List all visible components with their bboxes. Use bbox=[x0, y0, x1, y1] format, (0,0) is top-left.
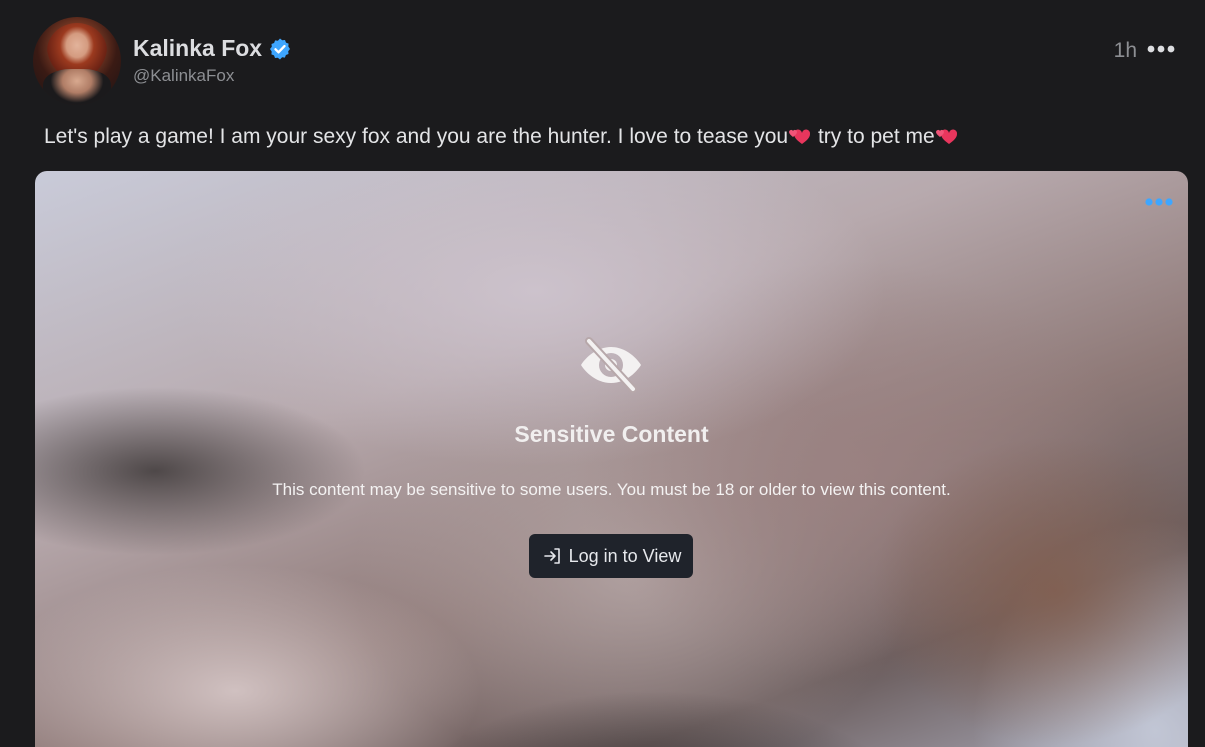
author-display-name[interactable]: Kalinka Fox bbox=[133, 35, 262, 62]
login-to-view-button[interactable]: Log in to View bbox=[529, 534, 693, 578]
post-media-blurred[interactable]: Sensitive Content This content may be se… bbox=[35, 171, 1188, 747]
eye-slash-icon bbox=[581, 337, 641, 393]
caption-text-part2: try to pet me bbox=[812, 125, 935, 148]
login-arrow-icon bbox=[543, 548, 560, 564]
caption-text-part1: Let's play a game! I am your sexy fox an… bbox=[44, 125, 789, 148]
avatar[interactable] bbox=[33, 17, 121, 105]
two-hearts-emoji-icon bbox=[789, 129, 811, 144]
sensitive-content-description: This content may be sensitive to some us… bbox=[272, 480, 951, 499]
author-handle[interactable]: @KalinkaFox bbox=[133, 66, 292, 86]
post-caption: Let's play a game! I am your sexy fox an… bbox=[44, 124, 959, 149]
login-button-label: Log in to View bbox=[568, 545, 682, 566]
post-header: Kalinka Fox @KalinkaFox 1h bbox=[33, 17, 1183, 107]
verified-badge-icon bbox=[270, 38, 291, 59]
post-timestamp[interactable]: 1h bbox=[1114, 39, 1137, 63]
sensitive-content-overlay: Sensitive Content This content may be se… bbox=[35, 171, 1188, 747]
post-card: Kalinka Fox @KalinkaFox 1h Let's play a … bbox=[0, 0, 1205, 747]
two-hearts-emoji-icon bbox=[935, 129, 957, 144]
author-block: Kalinka Fox @KalinkaFox bbox=[133, 35, 292, 86]
sensitive-content-title: Sensitive Content bbox=[514, 421, 709, 447]
more-options-icon[interactable] bbox=[1145, 37, 1177, 61]
